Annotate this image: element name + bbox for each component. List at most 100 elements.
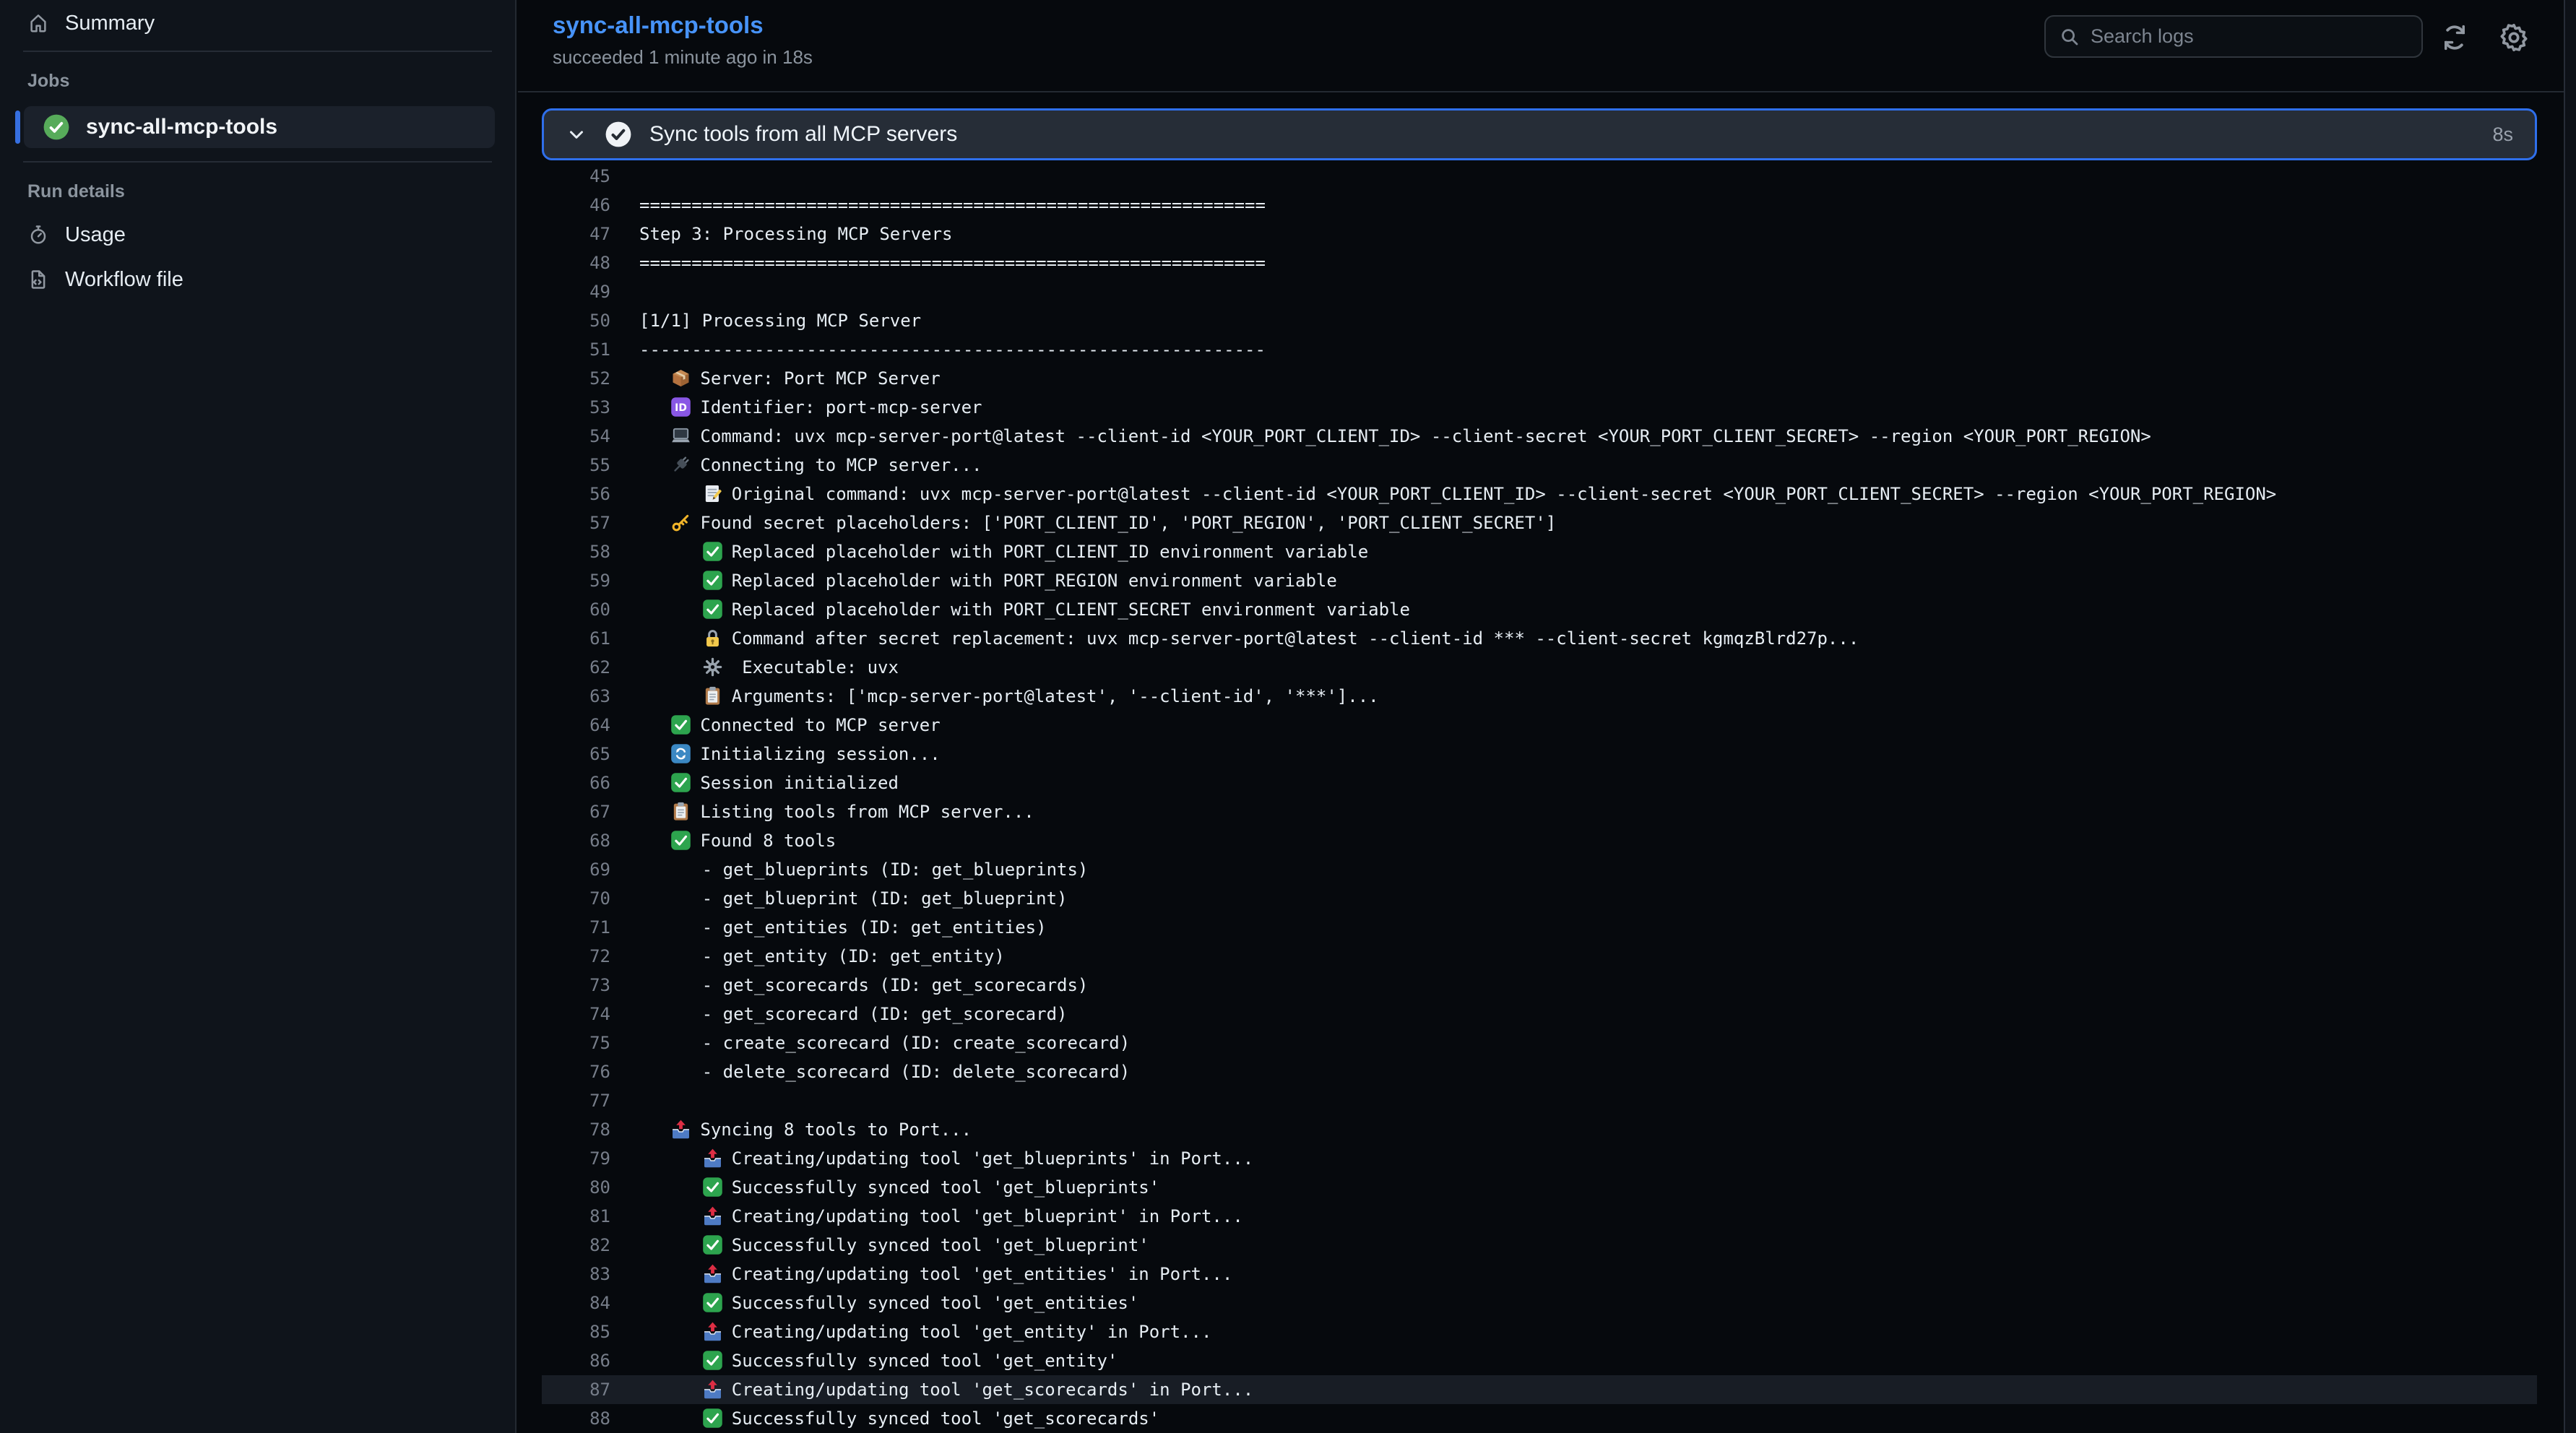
log-line-number[interactable]: 64	[542, 711, 610, 740]
log-line[interactable]: 57 Found secret placeholders: ['PORT_CLI…	[542, 508, 2537, 537]
log-line-number[interactable]: 78	[542, 1115, 610, 1144]
log-line[interactable]: 81 Creating/updating tool 'get_blueprint…	[542, 1202, 2537, 1231]
vertical-scrollbar[interactable]	[2564, 0, 2576, 1433]
log-line-number[interactable]: 56	[542, 480, 610, 508]
log-line-number[interactable]: 73	[542, 971, 610, 1000]
log-line[interactable]: 59 Replaced placeholder with PORT_REGION…	[542, 566, 2537, 595]
log-line-number[interactable]: 88	[542, 1404, 610, 1433]
log-line[interactable]: 56 Original command: uvx mcp-server-port…	[542, 480, 2537, 508]
refresh-logs-button[interactable]	[2437, 20, 2472, 55]
log-line[interactable]: 72 - get_entity (ID: get_entity)	[542, 942, 2537, 971]
log-line[interactable]: 64 Connected to MCP server	[542, 711, 2537, 740]
log-line[interactable]: 78 Syncing 8 tools to Port...	[542, 1115, 2537, 1144]
log-line[interactable]: 61 Command after secret replacement: uvx…	[542, 624, 2537, 653]
log-line[interactable]: 73 - get_scorecards (ID: get_scorecards)	[542, 971, 2537, 1000]
log-line[interactable]: 87 Creating/updating tool 'get_scorecard…	[542, 1375, 2537, 1404]
sidebar-item-workflow-file[interactable]: Workflow file	[0, 257, 515, 302]
step-header-sync-tools[interactable]: Sync tools from all MCP servers 8s	[542, 108, 2537, 160]
log-line-number[interactable]: 53	[542, 393, 610, 422]
log-line[interactable]: 65 Initializing session...	[542, 740, 2537, 769]
chevron-down-icon[interactable]	[566, 124, 587, 145]
log-line-number[interactable]: 63	[542, 682, 610, 711]
log-line[interactable]: 55 Connecting to MCP server...	[542, 451, 2537, 480]
log-line[interactable]: 68 Found 8 tools	[542, 826, 2537, 855]
log-line[interactable]: 79 Creating/updating tool 'get_blueprint…	[542, 1144, 2537, 1173]
log-line[interactable]: 82 Successfully synced tool 'get_bluepri…	[542, 1231, 2537, 1260]
log-line[interactable]: 47 Step 3: Processing MCP Servers	[542, 220, 2537, 248]
log-line-number[interactable]: 51	[542, 335, 610, 364]
log-line-number[interactable]: 52	[542, 364, 610, 393]
log-line-number[interactable]: 83	[542, 1260, 610, 1289]
log-line[interactable]: 69 - get_blueprints (ID: get_blueprints)	[542, 855, 2537, 884]
log-line-number[interactable]: 71	[542, 913, 610, 942]
sidebar-item-summary[interactable]: Summary	[0, 0, 515, 38]
log-line-number[interactable]: 47	[542, 220, 610, 248]
log-line-number[interactable]: 65	[542, 740, 610, 769]
log-line[interactable]: 45	[542, 162, 2537, 191]
log-line-number[interactable]: 74	[542, 1000, 610, 1029]
log-line-number[interactable]: 50	[542, 306, 610, 335]
log-line-number[interactable]: 66	[542, 769, 610, 797]
log-line-number[interactable]: 62	[542, 653, 610, 682]
log-line[interactable]: 50 [1/1] Processing MCP Server	[542, 306, 2537, 335]
log-line[interactable]: 51 -------------------------------------…	[542, 335, 2537, 364]
log-line-number[interactable]: 82	[542, 1231, 610, 1260]
log-line-number[interactable]: 49	[542, 277, 610, 306]
log-line-content: Step 3: Processing MCP Servers	[639, 220, 952, 248]
log-settings-button[interactable]	[2497, 20, 2531, 55]
log-line-number[interactable]: 46	[542, 191, 610, 220]
log-line-number[interactable]: 76	[542, 1057, 610, 1086]
log-line[interactable]: 48 =====================================…	[542, 248, 2537, 277]
log-line-number[interactable]: 59	[542, 566, 610, 595]
log-line[interactable]: 66 Session initialized	[542, 769, 2537, 797]
log-line-number[interactable]: 60	[542, 595, 610, 624]
log-line[interactable]: 70 - get_blueprint (ID: get_blueprint)	[542, 884, 2537, 913]
log-line[interactable]: 60 Replaced placeholder with PORT_CLIENT…	[542, 595, 2537, 624]
log-line[interactable]: 76 - delete_scorecard (ID: delete_scorec…	[542, 1057, 2537, 1086]
log-line-number[interactable]: 72	[542, 942, 610, 971]
log-line-number[interactable]: 87	[542, 1375, 610, 1404]
log-line[interactable]: 63 Arguments: ['mcp-server-port@latest',…	[542, 682, 2537, 711]
log-line-number[interactable]: 81	[542, 1202, 610, 1231]
log-line[interactable]: 71 - get_entities (ID: get_entities)	[542, 913, 2537, 942]
log-line-number[interactable]: 75	[542, 1029, 610, 1057]
log-line-number[interactable]: 48	[542, 248, 610, 277]
log-line[interactable]: 88 Successfully synced tool 'get_scoreca…	[542, 1404, 2537, 1433]
log-line-number[interactable]: 79	[542, 1144, 610, 1173]
log-line-number[interactable]: 61	[542, 624, 610, 653]
log-line[interactable]: 83 Creating/updating tool 'get_entities'…	[542, 1260, 2537, 1289]
log-line[interactable]: 54 Command: uvx mcp-server-port@latest -…	[542, 422, 2537, 451]
log-line[interactable]: 58 Replaced placeholder with PORT_CLIENT…	[542, 537, 2537, 566]
log-line[interactable]: 67 Listing tools from MCP server...	[542, 797, 2537, 826]
log-line-number[interactable]: 54	[542, 422, 610, 451]
search-logs-box[interactable]	[2044, 15, 2423, 58]
log-line[interactable]: 52 Server: Port MCP Server	[542, 364, 2537, 393]
log-line[interactable]: 62 Executable: uvx	[542, 653, 2537, 682]
search-logs-input[interactable]	[2091, 25, 2408, 48]
log-line-number[interactable]: 67	[542, 797, 610, 826]
log-line-number[interactable]: 45	[542, 162, 610, 191]
log-line[interactable]: 75 - create_scorecard (ID: create_scorec…	[542, 1029, 2537, 1057]
log-line-number[interactable]: 57	[542, 508, 610, 537]
sidebar-item-job-sync-all-mcp-tools[interactable]: sync-all-mcp-tools	[24, 106, 495, 148]
log-line-number[interactable]: 85	[542, 1317, 610, 1346]
log-line[interactable]: 46 =====================================…	[542, 191, 2537, 220]
log-line-number[interactable]: 69	[542, 855, 610, 884]
log-line-number[interactable]: 77	[542, 1086, 610, 1115]
log-line[interactable]: 49	[542, 277, 2537, 306]
log-line-number[interactable]: 55	[542, 451, 610, 480]
log-line-number[interactable]: 86	[542, 1346, 610, 1375]
log-line[interactable]: 74 - get_scorecard (ID: get_scorecard)	[542, 1000, 2537, 1029]
log-line[interactable]: 53 IDIdentifier: port-mcp-server	[542, 393, 2537, 422]
log-line[interactable]: 84 Successfully synced tool 'get_entitie…	[542, 1289, 2537, 1317]
log-line[interactable]: 86 Successfully synced tool 'get_entity'	[542, 1346, 2537, 1375]
log-line-number[interactable]: 70	[542, 884, 610, 913]
log-line-number[interactable]: 84	[542, 1289, 610, 1317]
log-line[interactable]: 77	[542, 1086, 2537, 1115]
sidebar-item-usage[interactable]: Usage	[0, 212, 515, 257]
log-line-number[interactable]: 58	[542, 537, 610, 566]
log-line-number[interactable]: 80	[542, 1173, 610, 1202]
log-line[interactable]: 85 Creating/updating tool 'get_entity' i…	[542, 1317, 2537, 1346]
log-line[interactable]: 80 Successfully synced tool 'get_bluepri…	[542, 1173, 2537, 1202]
log-line-number[interactable]: 68	[542, 826, 610, 855]
